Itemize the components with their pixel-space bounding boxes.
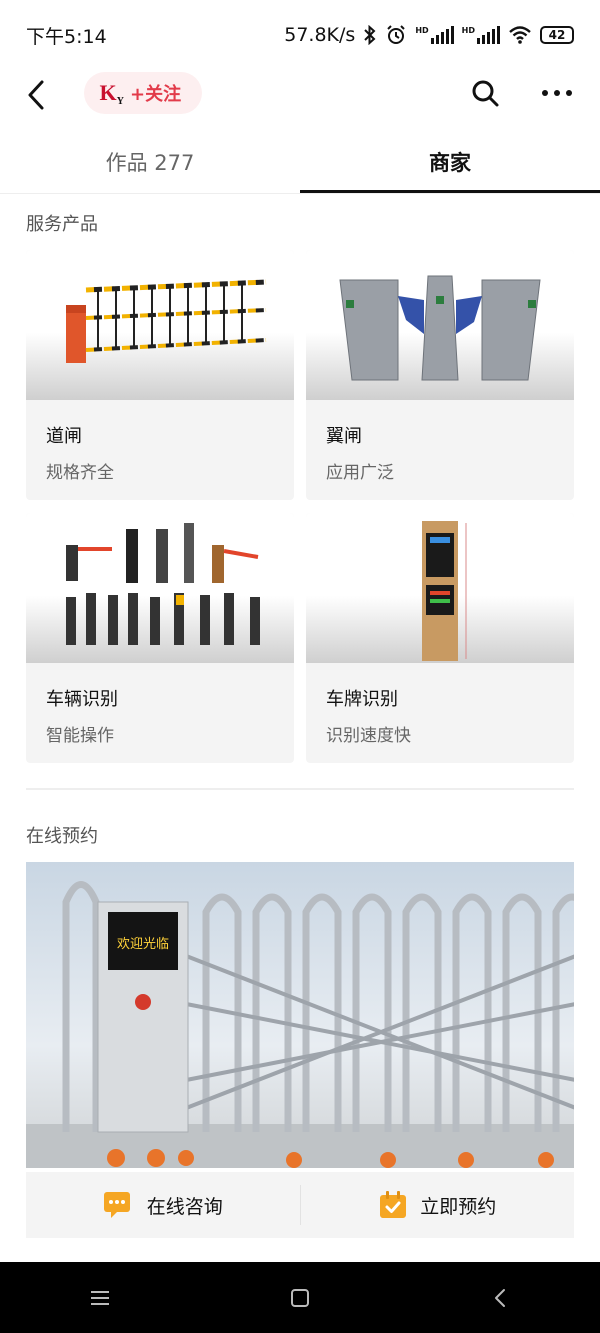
product-name: 车牌识别: [326, 689, 398, 710]
product-card-barrier-gate[interactable]: 道闸 规格齐全: [26, 250, 294, 500]
plate-recognition-image: [306, 513, 574, 663]
retractable-gate-image[interactable]: 欢迎光临: [26, 862, 574, 1168]
wifi-icon: [509, 26, 531, 44]
hd-label-2: HD: [461, 26, 475, 35]
signal-icon-1: HD: [415, 26, 454, 44]
vehicle-recognition-image: [26, 513, 294, 663]
product-card-vehicle-recognition[interactable]: 车辆识别 智能操作: [26, 513, 294, 763]
booking-actions: 在线咨询 立即预约: [26, 1172, 574, 1238]
search-icon[interactable]: [470, 78, 500, 108]
hd-label-1: HD: [415, 26, 429, 35]
signal-icon-2: HD: [462, 26, 500, 44]
section-divider: [26, 788, 574, 790]
more-icon[interactable]: [540, 78, 574, 108]
online-consult-button[interactable]: 在线咨询: [26, 1185, 300, 1225]
merchant-logo: K Y: [92, 79, 124, 107]
battery-icon: 42: [540, 26, 574, 44]
follow-button[interactable]: K Y +关注: [84, 72, 202, 114]
product-card-plate-recognition[interactable]: 车牌识别 识别速度快: [306, 513, 574, 763]
booking-title: 在线预约: [26, 826, 98, 847]
product-desc: 智能操作: [46, 726, 114, 746]
menu-icon[interactable]: [80, 1278, 120, 1318]
tab-merchant[interactable]: 商家: [300, 140, 600, 193]
back-triangle-icon[interactable]: [480, 1278, 520, 1318]
network-speed: 57.8K/s: [284, 24, 356, 46]
services-title: 服务产品: [26, 214, 98, 235]
gate-sign-text: 欢迎光临: [117, 937, 169, 952]
product-card-wing-gate[interactable]: 翼闸 应用广泛: [306, 250, 574, 500]
status-bar: 下午5:14 57.8K/s HD HD 42: [0, 0, 600, 70]
reserve-now-label: 立即预约: [420, 1195, 497, 1218]
tab-bar: 作品 277 商家: [0, 140, 600, 194]
wing-gate-image: [306, 250, 574, 400]
online-consult-label: 在线咨询: [146, 1195, 223, 1218]
product-name: 车辆识别: [46, 689, 118, 710]
bluetooth-icon: [364, 25, 376, 45]
logo-sub-letter: Y: [116, 96, 124, 107]
home-square-icon[interactable]: [280, 1278, 320, 1318]
product-name: 翼闸: [326, 426, 362, 447]
product-desc: 应用广泛: [326, 463, 394, 483]
tab-works[interactable]: 作品 277: [0, 140, 300, 193]
calendar-check-icon: [380, 1191, 407, 1218]
top-nav: K Y +关注: [0, 70, 600, 120]
product-name: 道闸: [46, 426, 82, 447]
reserve-now-button[interactable]: 立即预约: [299, 1185, 575, 1225]
product-desc: 规格齐全: [46, 463, 114, 483]
alarm-icon: [387, 25, 406, 44]
barrier-gate-image: [26, 250, 294, 400]
follow-label: +关注: [130, 84, 182, 105]
chat-icon: [103, 1192, 130, 1218]
system-nav-bar: [0, 1262, 600, 1333]
product-desc: 识别速度快: [326, 726, 411, 746]
logo-letter: K: [99, 80, 117, 105]
status-time: 下午5:14: [26, 25, 107, 48]
back-arrow-icon[interactable]: [22, 76, 52, 114]
